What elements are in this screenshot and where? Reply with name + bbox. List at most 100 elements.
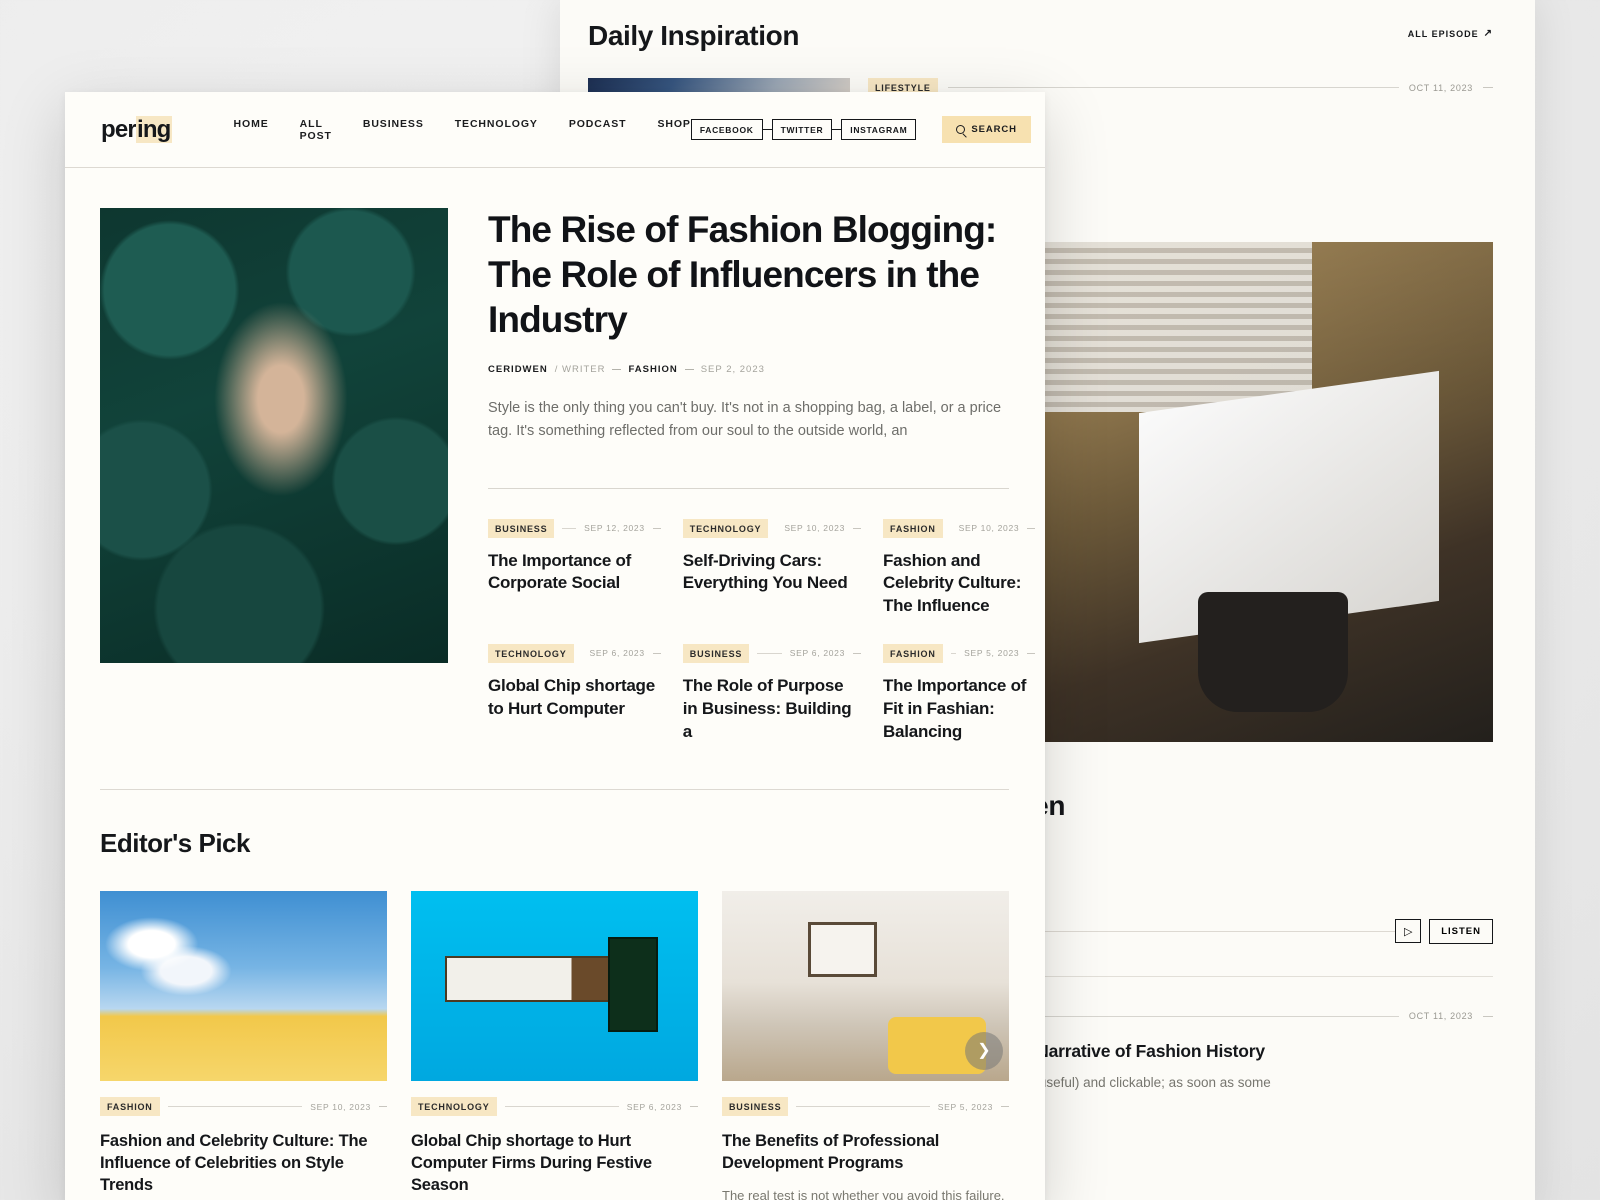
nav-item-technology[interactable]: TECHNOLOGY: [455, 118, 538, 142]
mini-post[interactable]: FASHION SEP 5, 2023 The Importance of Fit…: [883, 644, 1035, 743]
mini-post[interactable]: BUSINESS SEP 6, 2023 The Role of Purpose …: [683, 644, 861, 743]
hero-excerpt: Style is the only thing you can't buy. I…: [488, 397, 1008, 443]
nav-links: HOME ALL POST BUSINESS TECHNOLOGY PODCAS…: [234, 118, 691, 142]
mini-post-title[interactable]: Global Chip shortage to Hurt Computer: [488, 675, 661, 721]
pick-card[interactable]: FASHION SEP 10, 2023 Fashion and Celebrit…: [100, 891, 387, 1200]
pick-date: SEP 6, 2023: [627, 1102, 682, 1112]
meta-rule: [951, 653, 956, 654]
hero-author: CERIDWEN: [488, 364, 548, 375]
category-tag[interactable]: FASHION: [883, 644, 943, 663]
category-tag[interactable]: TECHNOLOGY: [488, 644, 574, 663]
all-episode-link[interactable]: ALL EPISODE ↗: [1408, 28, 1493, 39]
mini-post[interactable]: TECHNOLOGY SEP 6, 2023 Global Chip shorta…: [488, 644, 661, 743]
pick-title[interactable]: Fashion and Celebrity Culture: The Influ…: [100, 1130, 387, 1196]
meta-dash: [1483, 87, 1493, 88]
category-tag[interactable]: BUSINESS: [488, 519, 554, 538]
mini-post-grid: BUSINESSSEP 12, 2023 The Importance of C…: [488, 519, 1009, 744]
meta-rule: [757, 653, 782, 654]
hero-meta: CERIDWEN / WRITER FASHION SEP 2, 2023: [488, 364, 1009, 375]
mini-post-date: SEP 6, 2023: [790, 648, 845, 658]
meta-dash: [853, 653, 861, 654]
site-navbar: pering HOME ALL POST BUSINESS TECHNOLOGY…: [65, 92, 1045, 168]
hero-image[interactable]: [100, 208, 448, 663]
social-instagram[interactable]: INSTAGRAM: [841, 119, 916, 140]
logo-prefix: per: [101, 116, 136, 143]
navbar-right: FACEBOOK TWITTER INSTAGRAM SEARCH: [691, 116, 1031, 143]
play-icon[interactable]: ▷: [1395, 919, 1421, 943]
mini-post-title[interactable]: Fashion and Celebrity Culture: The Influ…: [883, 550, 1035, 618]
category-tag[interactable]: FASHION: [883, 519, 943, 538]
episode-date: OCT 11, 2023: [1409, 1011, 1473, 1021]
search-icon: [956, 125, 965, 134]
mini-post-title[interactable]: The Importance of Fit in Fashian: Balanc…: [883, 675, 1035, 743]
hero-section: The Rise of Fashion Blogging: The Role o…: [65, 168, 1045, 743]
meta-rule: [796, 1106, 929, 1107]
pick-card[interactable]: TECHNOLOGY SEP 6, 2023 Global Chip shorta…: [411, 891, 698, 1200]
mini-post-date: SEP 6, 2023: [590, 648, 645, 658]
mini-post-date: SEP 5, 2023: [964, 648, 1019, 658]
hero-date: SEP 2, 2023: [701, 364, 765, 375]
all-episode-label: ALL EPISODE: [1408, 29, 1479, 39]
social-facebook[interactable]: FACEBOOK: [691, 119, 763, 140]
hero-title[interactable]: The Rise of Fashion Blogging: The Role o…: [488, 208, 1009, 342]
mini-post[interactable]: TECHNOLOGY SEP 10, 2023 Self-Driving Cars…: [683, 519, 861, 618]
featured-date: OCT 11, 2023: [1409, 83, 1473, 93]
chevron-right-icon[interactable]: ❯: [965, 1032, 1003, 1070]
social-twitter[interactable]: TWITTER: [772, 119, 833, 140]
search-button[interactable]: SEARCH: [942, 116, 1031, 143]
nav-item-home[interactable]: HOME: [234, 118, 269, 142]
page-title: Editor's Pick: [100, 828, 1009, 859]
listen-button[interactable]: LISTEN: [1429, 919, 1493, 944]
meta-dash: [685, 369, 694, 370]
arrow-up-right-icon: ↗: [1484, 28, 1493, 39]
meta-rule: [948, 87, 1399, 88]
editors-pick-grid: FASHION SEP 10, 2023 Fashion and Celebrit…: [65, 859, 1045, 1200]
mini-post-title[interactable]: The Role of Purpose in Business: Buildin…: [683, 675, 861, 743]
mini-post[interactable]: BUSINESSSEP 12, 2023 The Importance of C…: [488, 519, 661, 618]
logo-highlight: ing: [136, 116, 172, 143]
nav-item-all-post[interactable]: ALL POST: [300, 118, 332, 142]
back-page-header: Daily Inspiration ALL EPISODE ↗: [560, 0, 1535, 52]
pick-title[interactable]: The Benefits of Professional Development…: [722, 1130, 1009, 1174]
pick-image[interactable]: [411, 891, 698, 1081]
category-tag[interactable]: TECHNOLOGY: [683, 519, 769, 538]
social-separator: [763, 129, 772, 130]
mini-post-title[interactable]: Self-Driving Cars: Everything You Need: [683, 550, 861, 596]
meta-dash: [1483, 1016, 1493, 1017]
meta-rule: [562, 528, 576, 529]
pick-image[interactable]: [100, 891, 387, 1081]
mini-post-title[interactable]: The Importance of Corporate Social: [488, 550, 661, 596]
meta-rule: [505, 1106, 619, 1107]
meta-dash: [690, 1106, 698, 1107]
nav-item-shop[interactable]: SHOP: [657, 118, 690, 142]
site-logo[interactable]: pering: [101, 116, 172, 144]
hero-category[interactable]: FASHION: [628, 364, 677, 375]
nav-item-business[interactable]: BUSINESS: [363, 118, 424, 142]
pering-blog-page: pering HOME ALL POST BUSINESS TECHNOLOGY…: [65, 92, 1045, 1200]
category-tag[interactable]: BUSINESS: [722, 1097, 788, 1116]
mini-post-date: SEP 10, 2023: [784, 523, 845, 533]
meta-dash: [612, 369, 621, 370]
mini-post[interactable]: FASHION SEP 10, 2023 Fashion and Celebrit…: [883, 519, 1035, 618]
category-tag[interactable]: TECHNOLOGY: [411, 1097, 497, 1116]
meta-rule: [168, 1106, 303, 1107]
mug-decor: [1198, 592, 1348, 712]
meta-dash: [1001, 1106, 1009, 1107]
window-blinds-decor-2: [1004, 242, 1312, 412]
category-tag[interactable]: BUSINESS: [683, 644, 749, 663]
pick-title[interactable]: Global Chip shortage to Hurt Computer Fi…: [411, 1130, 698, 1196]
meta-dash: [1027, 528, 1035, 529]
pick-date: SEP 10, 2023: [310, 1102, 371, 1112]
meta-dash: [379, 1106, 387, 1107]
nav-item-podcast[interactable]: PODCAST: [569, 118, 627, 142]
search-label: SEARCH: [971, 124, 1017, 135]
category-tag[interactable]: FASHION: [100, 1097, 160, 1116]
editors-pick-header: Editor's Pick: [65, 790, 1045, 859]
social-separator: [832, 129, 841, 130]
meta-dash: [1027, 653, 1035, 654]
meta-dash: [653, 653, 661, 654]
mini-post-date: SEP 10, 2023: [959, 523, 1020, 533]
pick-date: SEP 5, 2023: [938, 1102, 993, 1112]
meta-dash: [653, 528, 661, 529]
hero-divider: [488, 488, 1009, 489]
